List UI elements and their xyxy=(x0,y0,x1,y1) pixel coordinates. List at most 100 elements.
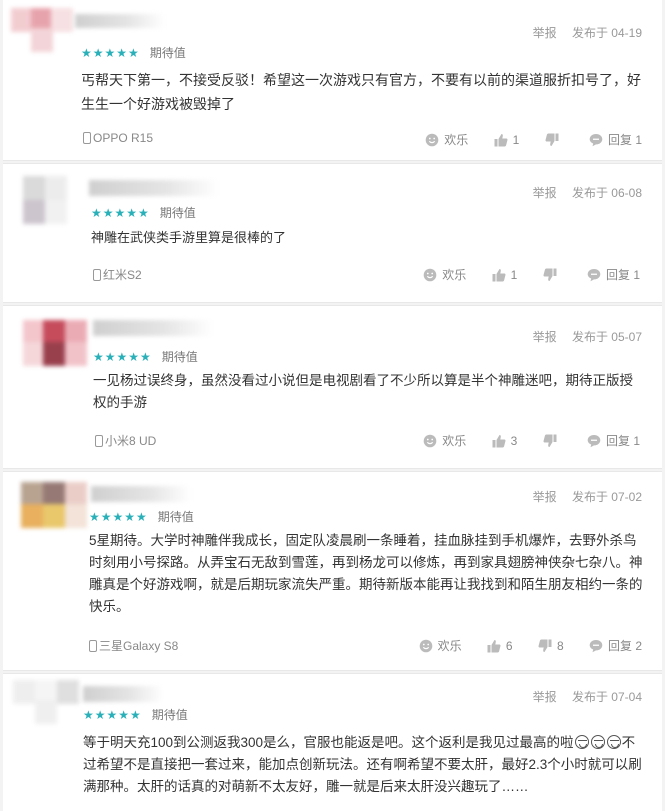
review-actions: 欢乐 1 回复 1 xyxy=(403,131,642,148)
reply-count: 回复 1 xyxy=(607,133,642,147)
rating: ★★★★★ 期待值 xyxy=(89,508,194,525)
sad-emoji-icon xyxy=(606,735,621,749)
username[interactable] xyxy=(89,180,219,196)
username[interactable] xyxy=(93,320,213,336)
phone-icon xyxy=(93,269,101,281)
rating-stars: ★★★★★ xyxy=(91,206,150,220)
report-link[interactable]: 举报 xyxy=(533,490,557,504)
like-button[interactable]: 3 xyxy=(492,434,517,448)
thumbs-up-icon xyxy=(487,639,501,653)
joy-label: 欢乐 xyxy=(437,639,462,653)
review-meta: 举报 发布于 07-02 xyxy=(521,488,642,505)
joy-button[interactable]: 欢乐 xyxy=(423,432,466,449)
username[interactable] xyxy=(75,14,165,28)
review-content: 5星期待。大学时神雕伴我成长，固定队凌晨刷一条睡着，挂血脉挂到手机爆炸，去野外杀… xyxy=(89,533,643,614)
phone-icon xyxy=(95,435,103,447)
rating-tag: 期待值 xyxy=(157,510,194,524)
review-card: 举报 发布于 06-08 ★★★★★ 期待值 神雕在武侠类手游里算是很棒的了 红米… xyxy=(3,163,662,303)
reply-count: 回复 2 xyxy=(607,639,642,653)
review-meta: 举报 发布于 04-19 xyxy=(521,24,642,41)
avatar[interactable] xyxy=(21,482,87,528)
avatar[interactable] xyxy=(23,320,87,366)
avatar[interactable] xyxy=(13,680,79,724)
thumbs-up-icon xyxy=(494,133,508,147)
thumbs-down-icon xyxy=(543,268,557,282)
dislike-button[interactable] xyxy=(543,268,562,282)
reply-button[interactable]: 回复 1 xyxy=(589,131,642,148)
smile-icon xyxy=(423,268,437,282)
sad-emoji-icon xyxy=(590,735,605,749)
comment-icon xyxy=(589,133,603,147)
device-info: 小米8 UD xyxy=(95,432,156,449)
device-name: OPPO R15 xyxy=(93,131,154,145)
dislike-button[interactable] xyxy=(545,133,564,147)
dislike-button[interactable]: 8 xyxy=(538,639,564,653)
report-link[interactable]: 举报 xyxy=(533,690,557,704)
rating-tag: 期待值 xyxy=(151,708,188,722)
joy-label: 欢乐 xyxy=(442,268,467,282)
phone-icon xyxy=(89,640,97,652)
username[interactable] xyxy=(83,686,163,702)
rating-stars: ★★★★★ xyxy=(89,510,148,524)
device-name: 三星Galaxy S8 xyxy=(99,639,179,653)
review-actions: 欢乐 6 8 回复 2 xyxy=(397,637,642,654)
avatar[interactable] xyxy=(11,8,73,52)
review-footer: OPPO R15 欢乐 1 回复 1 xyxy=(83,131,642,147)
device-name: 小米8 UD xyxy=(105,434,157,448)
review-card: 举报 发布于 07-04 ★★★★★ 期待值 等于明天充100到公测返我300是么… xyxy=(3,673,662,811)
publish-date: 发布于 04-19 xyxy=(571,26,642,40)
rating-tag: 期待值 xyxy=(149,46,186,60)
avatar[interactable] xyxy=(23,176,71,224)
reply-button[interactable]: 回复 2 xyxy=(589,637,642,654)
rating: ★★★★★ 期待值 xyxy=(81,44,186,61)
review-footer: 红米S2 欢乐 1 回复 1 xyxy=(93,266,640,282)
smile-icon xyxy=(423,434,437,448)
comment-icon xyxy=(587,434,601,448)
like-button[interactable]: 1 xyxy=(494,133,520,147)
joy-button[interactable]: 欢乐 xyxy=(425,131,468,148)
review-meta: 举报 发布于 07-04 xyxy=(521,688,642,705)
rating-stars: ★★★★★ xyxy=(93,350,152,364)
thumbs-down-icon xyxy=(543,434,557,448)
rating: ★★★★★ 期待值 xyxy=(93,348,198,365)
review-actions: 欢乐 3 回复 1 xyxy=(401,432,640,449)
report-link[interactable]: 举报 xyxy=(533,186,557,200)
joy-button[interactable]: 欢乐 xyxy=(423,266,466,283)
review-card: 举报 发布于 07-02 ★★★★★ 期待值 5星期待。大学时神雕伴我成长，固定队… xyxy=(3,471,662,671)
thumbs-down-icon xyxy=(538,639,552,653)
review-content: 等于明天充100到公测返我300是么，官服也能返是吧。这个返利是我见过最高的啦不… xyxy=(83,732,644,798)
review-actions: 欢乐 1 回复 1 xyxy=(401,266,640,283)
dislike-button[interactable] xyxy=(543,434,562,448)
rating-stars: ★★★★★ xyxy=(81,46,140,60)
sad-emoji-icon xyxy=(574,735,589,749)
device-info: 红米S2 xyxy=(93,266,142,283)
rating: ★★★★★ 期待值 xyxy=(83,706,188,723)
publish-date: 发布于 05-07 xyxy=(571,330,642,344)
joy-button[interactable]: 欢乐 xyxy=(419,637,462,654)
comment-icon xyxy=(589,639,603,653)
device-info: 三星Galaxy S8 xyxy=(89,637,178,654)
device-info: OPPO R15 xyxy=(83,131,153,145)
report-link[interactable]: 举报 xyxy=(533,26,557,40)
review-footer: 小米8 UD 欢乐 3 回复 1 xyxy=(95,432,640,448)
rating: ★★★★★ 期待值 xyxy=(91,204,196,221)
dislike-count: 8 xyxy=(556,639,564,653)
report-link[interactable]: 举报 xyxy=(533,330,557,344)
joy-label: 欢乐 xyxy=(442,434,467,448)
rating-tag: 期待值 xyxy=(159,206,196,220)
publish-date: 发布于 07-02 xyxy=(571,490,642,504)
like-button[interactable]: 1 xyxy=(492,268,517,282)
thumbs-up-icon xyxy=(492,268,506,282)
review-card: 举报 发布于 05-07 ★★★★★ 期待值 一见杨过误终身，虽然没看过小说但是电… xyxy=(3,305,662,469)
like-count: 1 xyxy=(512,133,520,147)
reply-button[interactable]: 回复 1 xyxy=(587,432,640,449)
review-meta: 举报 发布于 06-08 xyxy=(521,184,642,201)
comment-icon xyxy=(587,268,601,282)
review-card: 举报 发布于 04-19 ★★★★★ 期待值 丐帮天下第一，不接受反驳！希望这一次… xyxy=(3,0,662,161)
like-button[interactable]: 6 xyxy=(487,639,513,653)
publish-date: 发布于 06-08 xyxy=(571,186,642,200)
review-content: 神雕在武侠类手游里算是很棒的了 xyxy=(91,230,287,245)
username[interactable] xyxy=(91,486,191,502)
rating-stars: ★★★★★ xyxy=(83,708,142,722)
reply-button[interactable]: 回复 1 xyxy=(587,266,640,283)
